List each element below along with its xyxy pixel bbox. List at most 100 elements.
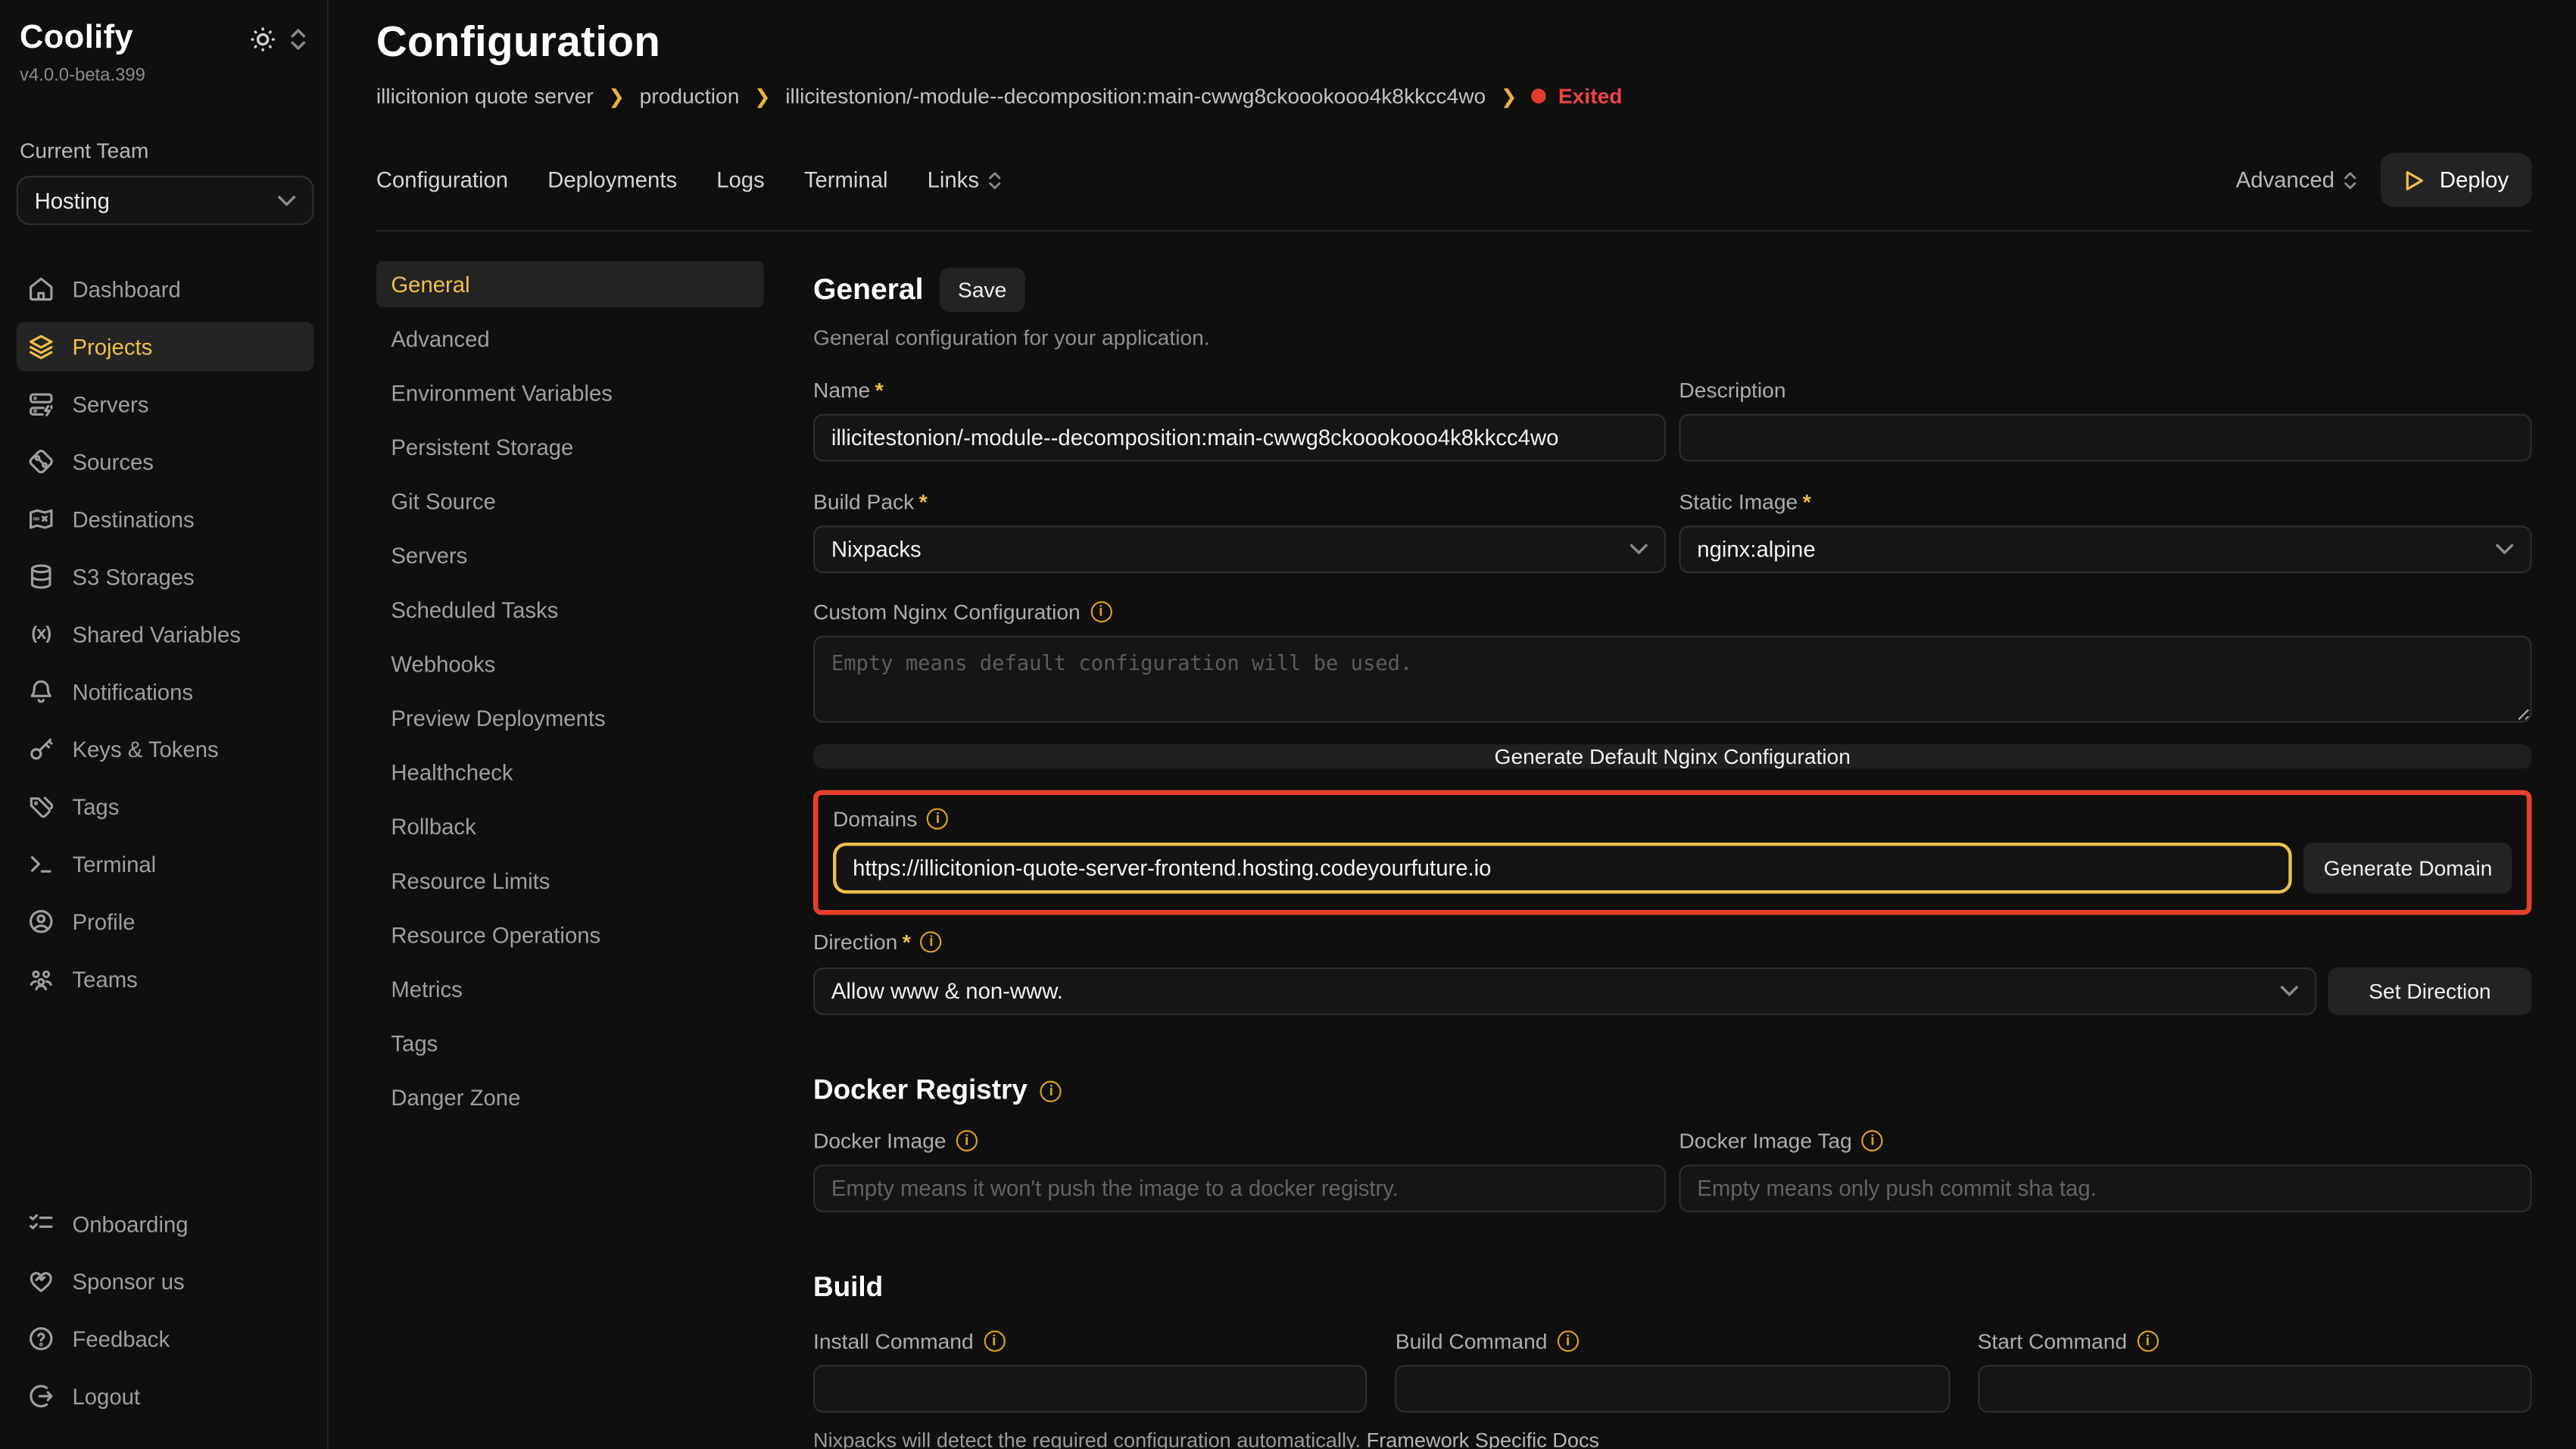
sidebar-item-tags[interactable]: Tags — [17, 782, 314, 831]
git-source-icon — [27, 447, 56, 476]
config-nav-tags[interactable]: Tags — [376, 1020, 764, 1066]
play-icon — [2403, 168, 2425, 191]
config-nav-environment-variables[interactable]: Environment Variables — [376, 369, 764, 416]
variable-icon: (x) — [27, 619, 56, 649]
tab-links[interactable]: Links — [928, 167, 1003, 192]
current-team-label: Current Team — [20, 138, 313, 163]
sidebar-item-profile[interactable]: Profile — [17, 897, 314, 946]
sidebar-item-feedback[interactable]: Feedback — [17, 1314, 314, 1363]
docker-image-tag-input[interactable] — [1679, 1164, 2531, 1212]
sidebar-item-sponsor[interactable]: Sponsor us — [17, 1257, 314, 1306]
tabs-divider — [376, 230, 2532, 232]
config-nav-rollback[interactable]: Rollback — [376, 803, 764, 849]
deploy-button[interactable]: Deploy — [2381, 153, 2532, 207]
server-icon — [27, 389, 56, 419]
page-title: Configuration — [376, 17, 2532, 67]
sidebar: Coolify v4.0.0-beta.399 Current Team Hos… — [0, 0, 329, 1449]
tabs-row: Configuration Deployments Logs Terminal … — [376, 153, 2532, 207]
config-nav-danger-zone[interactable]: Danger Zone — [376, 1074, 764, 1120]
direction-label: Direction — [813, 930, 911, 955]
generate-domain-button[interactable]: Generate Domain — [2304, 843, 2512, 893]
breadcrumb-environment[interactable]: production — [640, 84, 740, 109]
build-pack-select[interactable]: Nixpacks — [813, 525, 1666, 573]
info-icon — [956, 1130, 978, 1151]
set-direction-button[interactable]: Set Direction — [2328, 968, 2531, 1015]
sidebar-item-notifications[interactable]: Notifications — [17, 667, 314, 716]
sidebar-item-s3-storages[interactable]: S3 Storages — [17, 552, 314, 601]
app-logo: Coolify — [20, 20, 133, 58]
advanced-toggle[interactable]: Advanced — [2236, 167, 2358, 192]
config-nav-persistent-storage[interactable]: Persistent Storage — [376, 424, 764, 470]
sidebar-item-onboarding[interactable]: Onboarding — [17, 1199, 314, 1248]
config-nav-servers[interactable]: Servers — [376, 532, 764, 578]
chevron-down-icon — [2281, 986, 2299, 997]
theme-selector-icon[interactable] — [289, 28, 307, 59]
sidebar-item-shared-variables[interactable]: (x)Shared Variables — [17, 609, 314, 659]
sidebar-item-destinations[interactable]: Destinations — [17, 494, 314, 544]
tab-deployments[interactable]: Deployments — [547, 167, 677, 192]
chevron-right-icon: ❯ — [1501, 85, 1517, 108]
chevron-right-icon: ❯ — [608, 85, 625, 108]
static-image-select[interactable]: nginx:alpine — [1679, 525, 2531, 573]
breadcrumb: illicitonion quote server ❯ production ❯… — [376, 84, 2532, 109]
sidebar-item-keys-tokens[interactable]: Keys & Tokens — [17, 724, 314, 774]
config-nav-scheduled-tasks[interactable]: Scheduled Tasks — [376, 587, 764, 633]
tab-configuration[interactable]: Configuration — [376, 167, 508, 192]
tags-icon — [27, 792, 56, 821]
config-nav-healthcheck[interactable]: Healthcheck — [376, 749, 764, 795]
install-command-label: Install Command — [813, 1329, 974, 1354]
tab-terminal[interactable]: Terminal — [804, 167, 888, 192]
section-title: General — [813, 273, 923, 307]
name-input[interactable] — [813, 414, 1666, 462]
info-icon — [1090, 601, 1112, 622]
config-nav-advanced[interactable]: Advanced — [376, 316, 764, 362]
map-icon — [27, 504, 56, 534]
info-icon — [984, 1330, 1005, 1351]
config-nav-preview-deployments[interactable]: Preview Deployments — [376, 695, 764, 741]
config-nav-general[interactable]: General — [376, 261, 764, 307]
start-command-input[interactable] — [1978, 1365, 2532, 1413]
build-heading: Build — [813, 1271, 883, 1304]
app-version: v4.0.0-beta.399 — [20, 66, 313, 86]
docker-registry-heading: Docker Registry — [813, 1074, 1028, 1107]
home-icon — [27, 274, 56, 304]
sidebar-item-projects[interactable]: Projects — [17, 322, 314, 371]
config-nav-resource-limits[interactable]: Resource Limits — [376, 858, 764, 904]
breadcrumb-project[interactable]: illicitonion quote server — [376, 84, 594, 109]
build-pack-label: Build Pack — [813, 490, 928, 515]
status-text: Exited — [1558, 84, 1623, 109]
sidebar-item-servers[interactable]: Servers — [17, 379, 314, 428]
breadcrumb-application[interactable]: illicitestonion/-module--decomposition:m… — [785, 84, 1486, 109]
domains-input[interactable] — [833, 843, 2293, 893]
sidebar-item-teams[interactable]: Teams — [17, 955, 314, 1004]
direction-select[interactable]: Allow www & non-www. — [813, 968, 2316, 1015]
sidebar-item-logout[interactable]: Logout — [17, 1372, 314, 1421]
heart-icon — [27, 1267, 56, 1296]
user-circle-icon — [27, 907, 56, 936]
nginx-config-textarea[interactable] — [813, 636, 2532, 723]
description-input[interactable] — [1679, 414, 2531, 462]
theme-sun-icon[interactable] — [250, 26, 276, 61]
build-command-input[interactable] — [1396, 1365, 1950, 1413]
config-nav-resource-operations[interactable]: Resource Operations — [376, 911, 764, 958]
sidebar-item-sources[interactable]: Sources — [17, 437, 314, 486]
docker-image-input[interactable] — [813, 1164, 1666, 1212]
status-badge: Exited — [1532, 84, 1622, 109]
config-nav-git-source[interactable]: Git Source — [376, 478, 764, 524]
info-icon — [1040, 1080, 1062, 1102]
framework-docs-link[interactable]: Framework Specific Docs — [1367, 1429, 1599, 1449]
static-image-label: Static Image — [1679, 490, 1810, 515]
install-command-input[interactable] — [813, 1365, 1368, 1413]
chevron-down-icon — [278, 195, 296, 206]
chevron-right-icon: ❯ — [754, 85, 771, 108]
save-button[interactable]: Save — [940, 268, 1024, 313]
generate-nginx-button[interactable]: Generate Default Nginx Configuration — [813, 744, 2532, 769]
sidebar-item-dashboard[interactable]: Dashboard — [17, 264, 314, 313]
sidebar-item-terminal[interactable]: Terminal — [17, 840, 314, 889]
config-nav-webhooks[interactable]: Webhooks — [376, 640, 764, 687]
tab-logs[interactable]: Logs — [716, 167, 765, 192]
team-select[interactable]: Hosting — [17, 176, 314, 225]
key-icon — [27, 734, 56, 764]
config-nav-metrics[interactable]: Metrics — [376, 966, 764, 1012]
status-dot-icon — [1532, 89, 1547, 104]
